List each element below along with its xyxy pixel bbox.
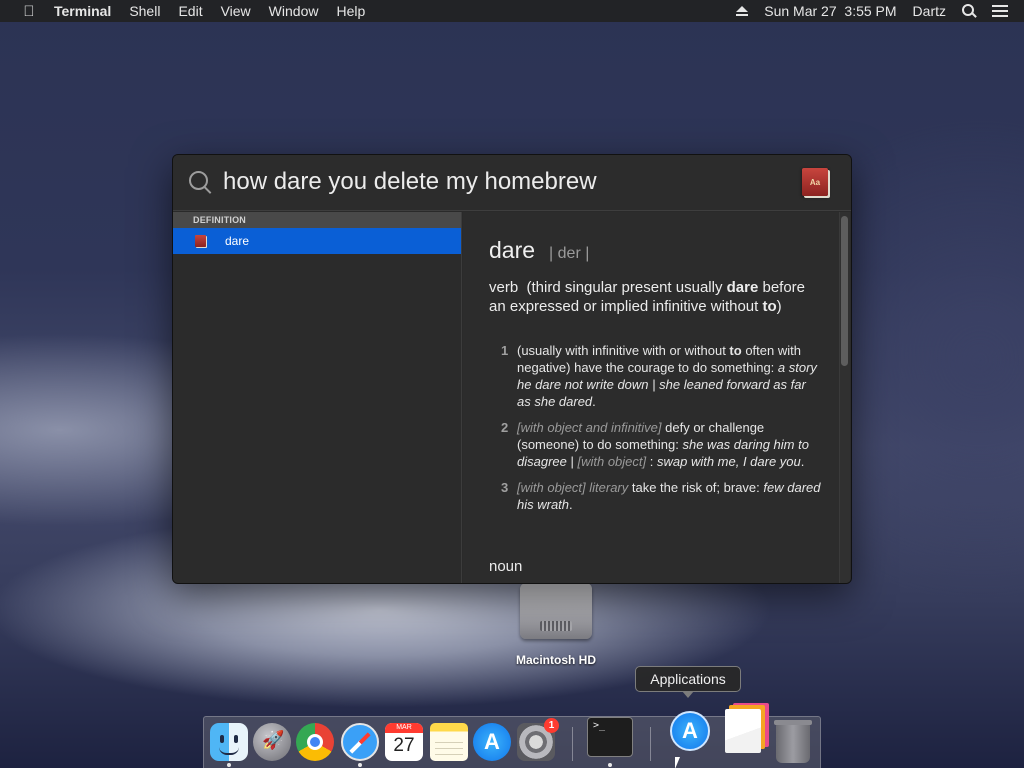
terminal-icon[interactable]: >_ [587,717,633,757]
clock[interactable]: Sun Mar 27 3:55 PM [764,3,896,19]
part-of-speech-noun: noun [489,558,523,575]
sense-1: 1 (usually with infinitive with or witho… [501,342,821,410]
sense-number: 3 [501,480,509,495]
running-indicator [358,763,362,767]
sense-text: take the risk of; brave: [628,480,764,495]
sense-text: . [569,497,573,512]
desktop-disk-macintosh-hd[interactable]: Macintosh HD [500,583,612,667]
grammar-note: [with object] literary [517,480,629,495]
spotlight-search-bar: how dare you delete my homebrew Aa [173,155,851,211]
sense-2: 2 [with object and infinitive] defy or c… [501,419,821,470]
search-icon [189,171,213,195]
menu-window[interactable]: Window [269,3,319,19]
terminal-prompt: >_ [593,720,606,731]
pos-bold-to: to [762,298,777,315]
sense-list: 1 (usually with infinitive with or witho… [501,342,821,522]
sense-separator: | [566,454,578,469]
menu-help[interactable]: Help [336,3,365,19]
sense-number: 1 [501,343,509,358]
section-header-definition: DEFINITION [173,212,461,228]
sense-body: [with object] literary take the risk of;… [515,479,821,513]
result-label: dare [225,234,250,248]
app-store-icon[interactable] [473,723,511,761]
spotlight-search-icon[interactable] [962,4,976,18]
menu-bar-extras: Sun Mar 27 3:55 PM Dartz [736,0,1024,22]
spotlight-results-list: DEFINITION dare [173,212,462,583]
dictionary-icon: Aa [802,168,828,196]
spotlight-query-input[interactable]: how dare you delete my homebrew [223,168,597,196]
menu-edit[interactable]: Edit [178,3,202,19]
notes-icon[interactable] [430,723,468,761]
launchpad-icon[interactable] [253,723,291,761]
sense-bold: to [729,343,742,358]
running-indicator [227,763,231,767]
hard-drive-icon[interactable] [520,583,592,639]
sense-text: . [800,454,805,469]
notification-center-icon[interactable] [992,5,1008,17]
sense-text: . [592,394,596,409]
applications-folder-icon[interactable] [670,711,710,751]
calendar-icon[interactable]: MAR 27 [385,723,423,761]
sense-body: (usually with infinitive with or without… [515,342,821,410]
running-indicator [608,763,612,767]
user-menu[interactable]: Dartz [913,3,946,19]
finder-icon[interactable] [210,723,248,761]
sense-text: : [646,454,657,469]
part-of-speech-verb: verb (third singular present usually dar… [489,278,819,316]
trash-icon[interactable] [774,720,812,763]
disk-label: Macintosh HD [515,653,596,667]
dictionary-icon [195,235,206,247]
spotlight-window: how dare you delete my homebrew Aa DEFIN… [172,154,852,584]
menu-app-terminal[interactable]: Terminal [54,3,111,19]
grammar-note: [with object and infinitive] [517,420,662,435]
pos-label: verb [489,279,519,296]
dock-separator [572,727,573,761]
mouse-cursor-icon [675,757,685,768]
scrollbar-thumb[interactable] [841,216,848,366]
definition-preview: dare | der | verb (third singular presen… [463,212,851,583]
result-row-dare[interactable]: dare [173,228,461,254]
menu-bar:  Terminal Shell Edit View Window Help S… [0,0,1024,22]
pronunciation: | der | [549,245,590,262]
pos-text: (third singular present usually [518,279,727,296]
grammar-note: [with object] [577,454,647,469]
headword: dare [489,237,536,263]
dock-separator [650,727,651,761]
notification-badge: 1 [544,718,559,733]
sense-body: [with object and infinitive] defy or cha… [515,419,821,470]
menu-view[interactable]: View [221,3,251,19]
headword-row: dare | der | [489,237,589,264]
calendar-day: 27 [393,735,415,756]
safari-icon[interactable] [341,723,379,761]
dock: MAR 27 1 >_ [203,709,821,768]
calendar-month: MAR [385,723,423,733]
sense-example: swap with me, I dare you [656,454,801,469]
sense-3: 3 [with object] literary take the risk o… [501,479,821,513]
sense-text: (usually with infinitive with or without [517,343,730,358]
chrome-icon[interactable] [296,723,334,761]
sense-number: 2 [501,420,509,435]
menu-shell[interactable]: Shell [129,3,160,19]
pos-text: ) [776,298,782,315]
apple-menu-icon[interactable]:  [18,3,40,20]
pos-bold-dare: dare [726,279,759,296]
dock-tooltip: Applications [635,666,741,698]
documents-stack-icon[interactable] [725,709,761,753]
eject-icon[interactable] [736,5,749,17]
